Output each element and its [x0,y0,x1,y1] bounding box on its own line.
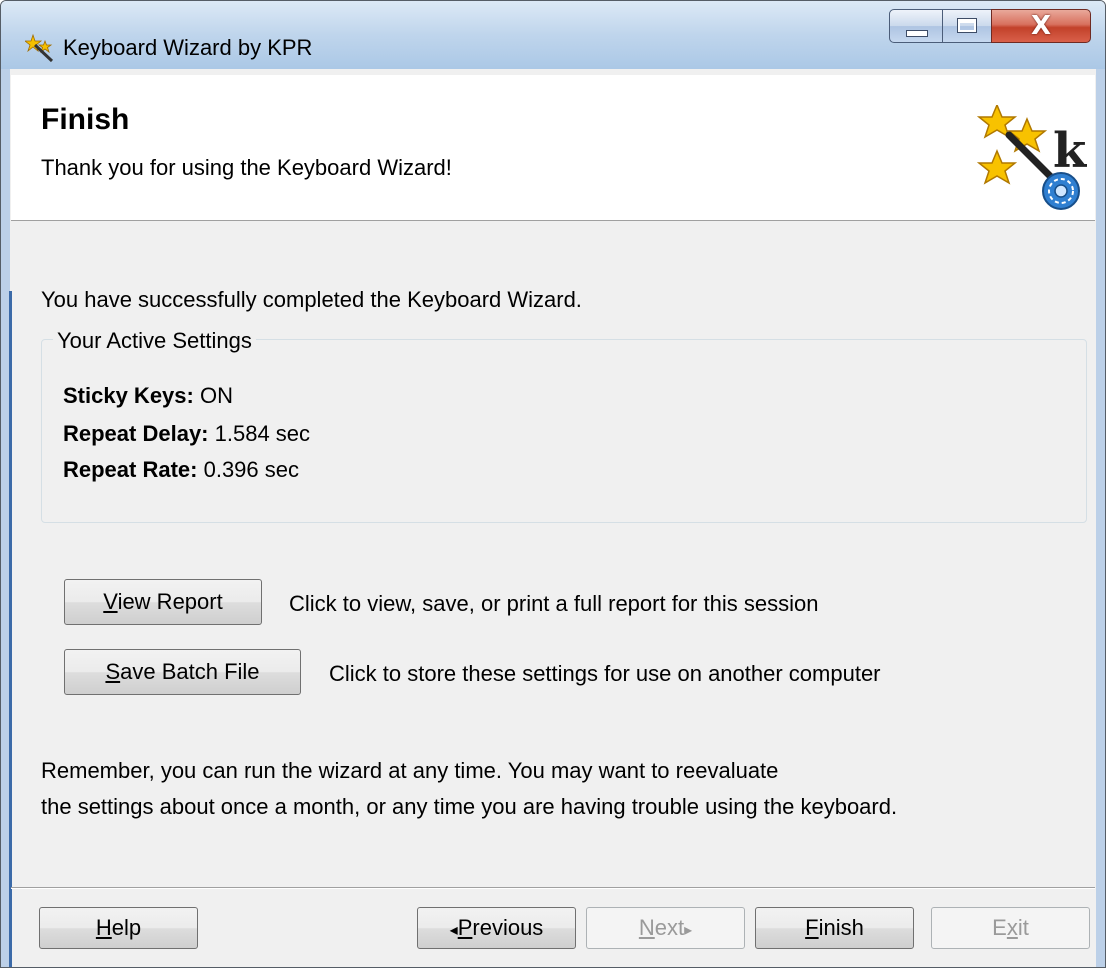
view-report-description: Click to view, save, or print a full rep… [289,591,819,616]
setting-label: Repeat Rate: [63,457,198,482]
window-left-frame-shadow [9,291,12,967]
completion-message: You have successfully completed the Keyb… [41,287,582,312]
minimize-button[interactable] [889,9,943,43]
close-button[interactable]: X [991,9,1091,43]
reminder-line-1: Remember, you can run the wizard at any … [41,758,779,783]
setting-label: Sticky Keys: [63,383,194,408]
previous-button[interactable]: ◂Previous [417,907,576,949]
previous-label: revious [472,915,544,940]
next-button[interactable]: Next▸ [586,907,745,949]
save-batch-label: ave Batch File [120,659,260,684]
close-icon: X [1030,11,1052,41]
view-report-label: iew Report [117,589,223,614]
active-settings-legend: Your Active Settings [53,328,256,354]
minimize-icon [906,30,928,37]
page-subtitle: Thank you for using the Keyboard Wizard! [41,155,452,180]
page-title: Finish [41,103,130,136]
magic-wand-icon [25,33,54,63]
previous-arrow-icon: ◂ [449,920,458,939]
setting-value: 0.396 sec [197,457,299,482]
reminder-line-2: the settings about once a month, or any … [41,794,898,819]
view-report-button[interactable]: View Report [64,579,262,625]
setting-value: 1.584 sec [208,421,311,446]
next-mnemonic: N [638,915,655,940]
exit-button[interactable]: Exit [931,907,1090,949]
finish-mnemonic: F [805,915,819,940]
keyboard-wizard-logo-icon: k [976,105,1087,210]
finish-button[interactable]: Finish [755,907,914,949]
help-label: elp [111,915,142,940]
view-report-mnemonic: V [103,589,118,614]
help-mnemonic: H [95,915,112,940]
exit-label-prefix: E [992,915,1007,940]
title-bar[interactable]: Keyboard Wizard by KPR X [1,1,1105,69]
wizard-window: Keyboard Wizard by KPR X Finish Thank yo… [0,0,1106,968]
maximize-icon [957,18,977,33]
setting-value: ON [193,383,233,408]
setting-label: Repeat Delay: [63,421,209,446]
save-batch-file-button[interactable]: Save Batch File [64,649,301,695]
previous-mnemonic: P [457,915,473,940]
help-button[interactable]: Help [39,907,198,949]
setting-repeat-rate: Repeat Rate: 0.396 sec [63,457,299,483]
save-batch-description: Click to store these settings for use on… [329,661,881,686]
exit-mnemonic: x [1006,915,1018,940]
setting-repeat-delay: Repeat Delay: 1.584 sec [63,421,310,447]
svg-text:k: k [1053,123,1087,179]
setting-sticky-keys: Sticky Keys: ON [63,383,233,409]
next-arrow-icon: ▸ [684,920,693,939]
window-title: Keyboard Wizard by KPR [63,35,313,60]
footer-divider-highlight [11,888,1095,889]
next-label: ext [654,915,685,940]
exit-label: it [1017,915,1029,940]
wizard-header: Finish Thank you for using the Keyboard … [11,75,1095,221]
maximize-button[interactable] [942,9,992,43]
finish-label: inish [818,915,864,940]
window-right-frame [1096,69,1105,967]
save-batch-mnemonic: S [105,659,121,684]
